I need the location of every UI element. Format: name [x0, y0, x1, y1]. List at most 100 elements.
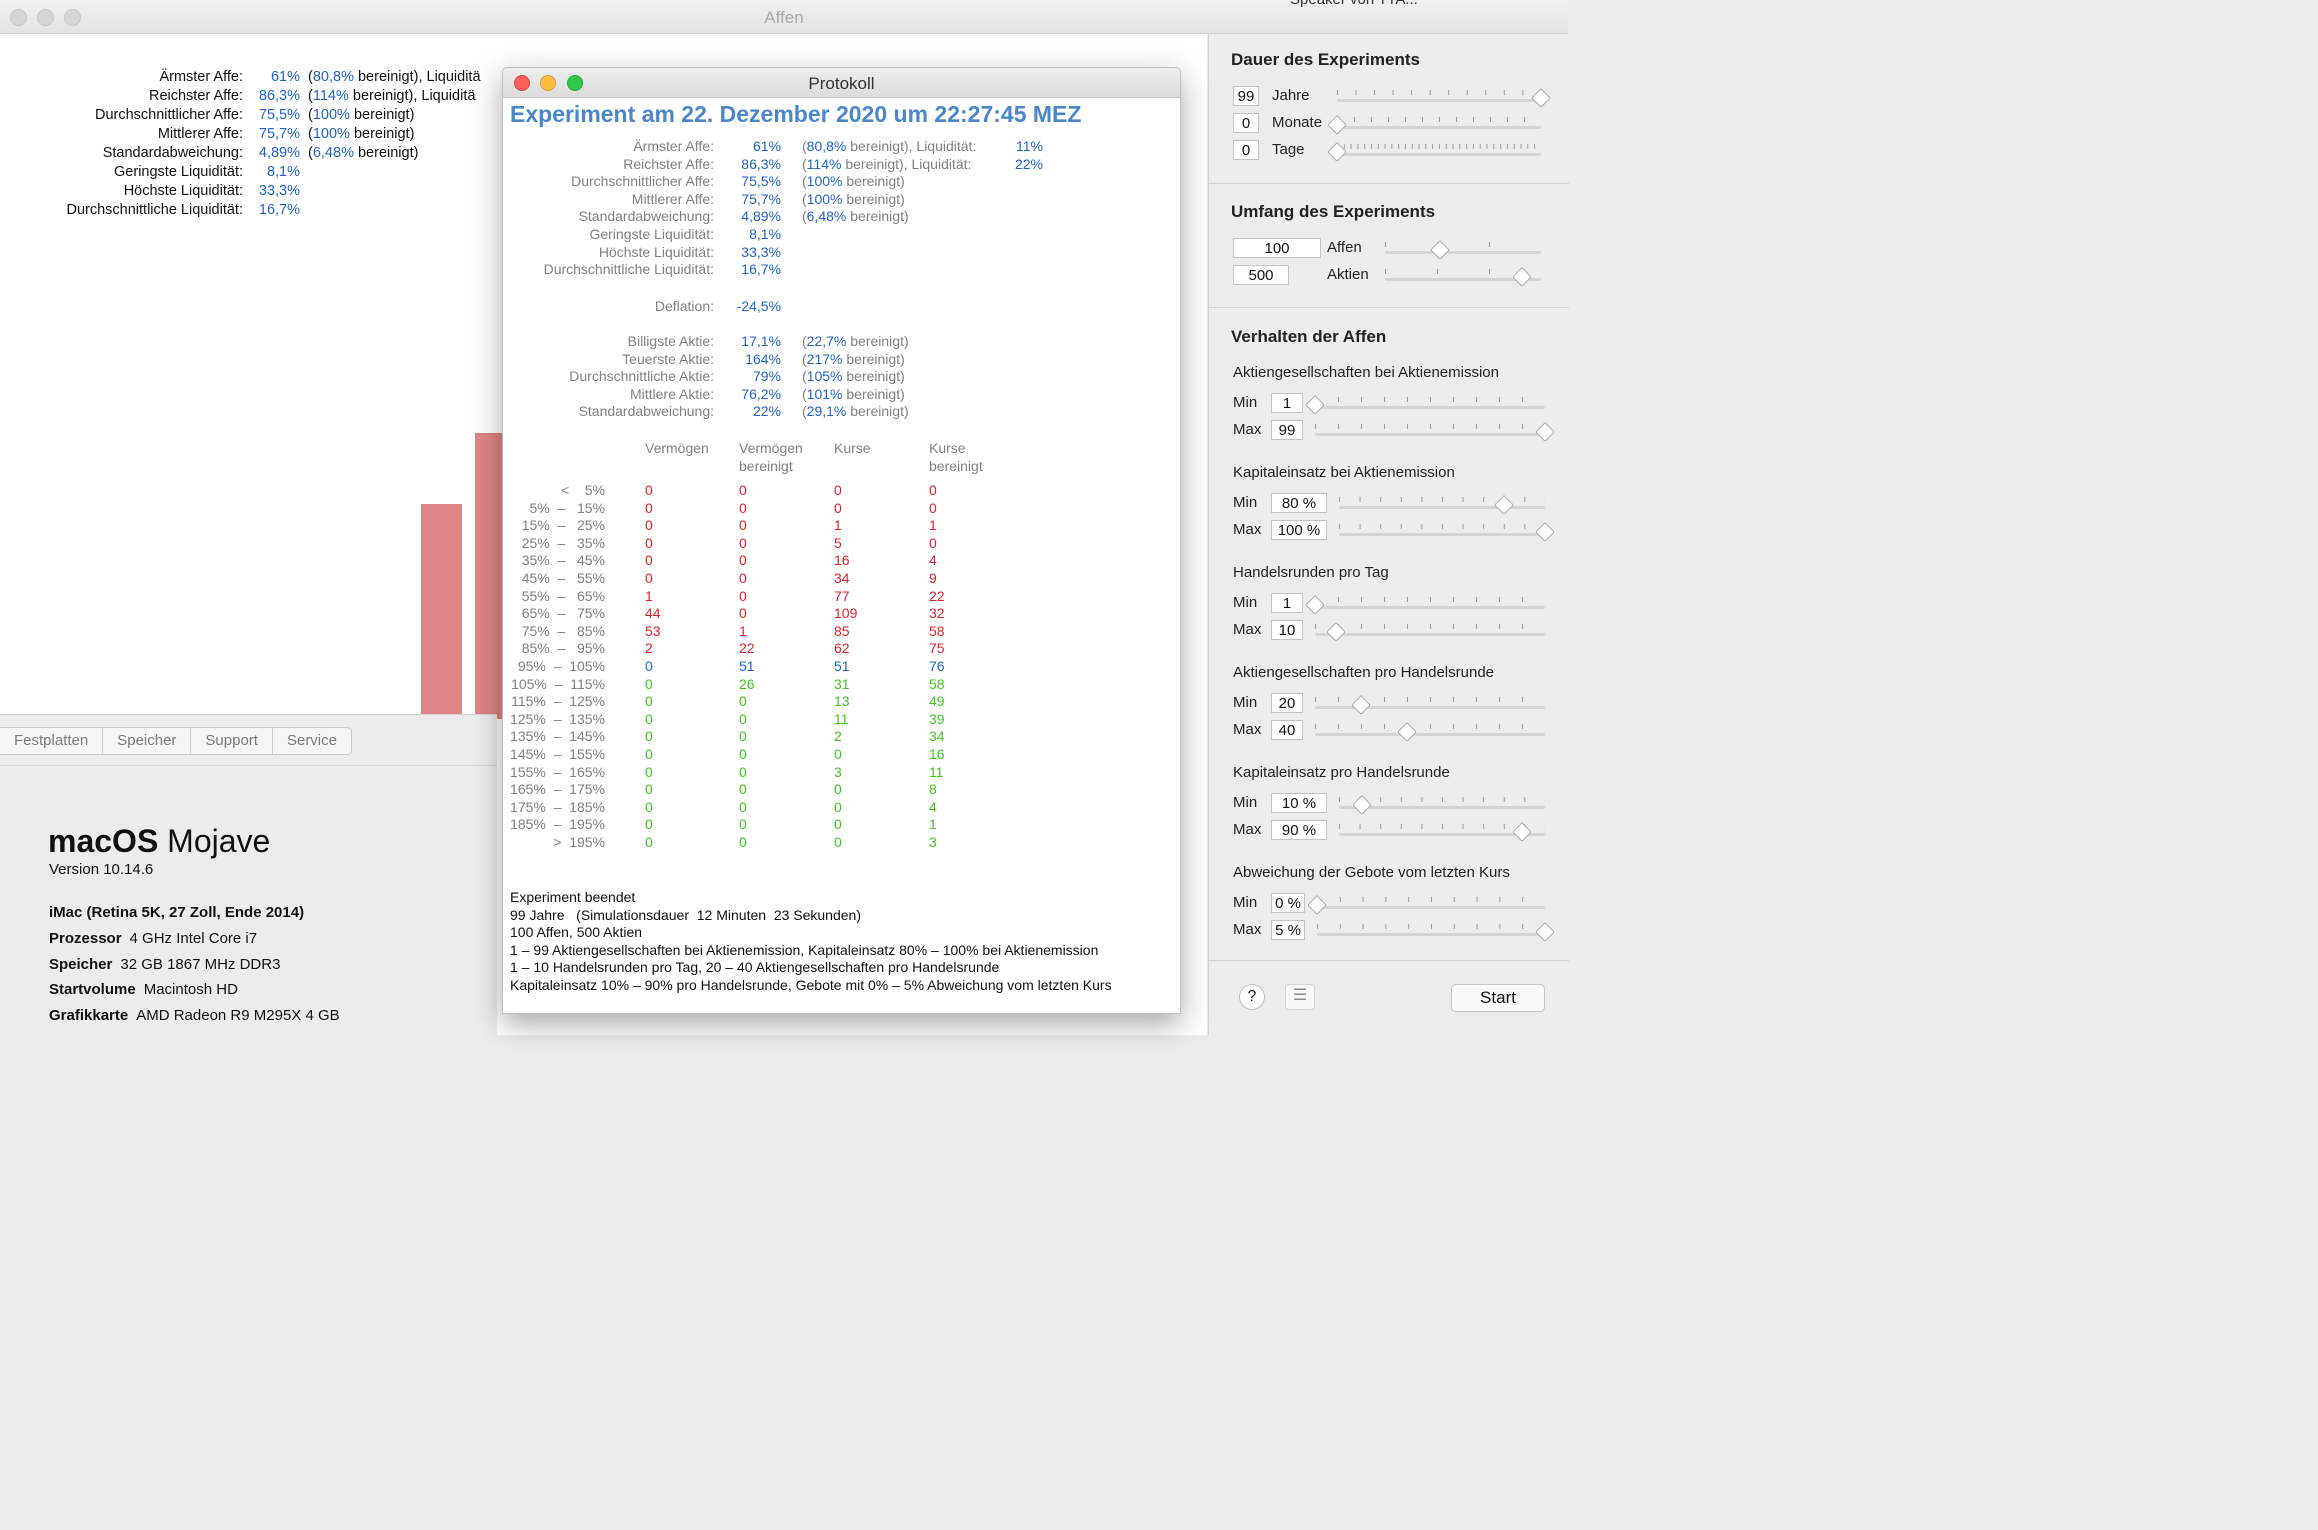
table-cell: 0 [834, 482, 842, 498]
stat-value: 4,89% [258, 145, 300, 161]
stat-extra-number: 101% [806, 385, 843, 402]
aktie-stat-extra: (217% bereinigt) [802, 351, 905, 367]
tab-service[interactable]: Service [273, 728, 351, 754]
about-this-mac-window: Festplatten Speicher Support Service mac… [0, 714, 497, 1036]
group-5-min-field[interactable]: 0 % [1271, 893, 1305, 913]
group-5-min-slider[interactable] [1307, 895, 1545, 915]
table-cell: 9 [929, 570, 937, 586]
max-label: Max [1233, 821, 1262, 838]
group-1-max-field[interactable]: 100 % [1271, 520, 1327, 540]
dauer-1-slider[interactable] [1327, 115, 1541, 135]
umfang-1-field[interactable]: 500 [1233, 265, 1289, 285]
dauer-1-field[interactable]: 0 [1233, 113, 1259, 133]
group-5-max-slider[interactable] [1317, 922, 1555, 942]
table-cell: 58 [929, 675, 945, 692]
group-0-min-field[interactable]: 1 [1271, 393, 1303, 413]
dauer-0-slider[interactable] [1337, 88, 1551, 108]
list-view-button[interactable]: ☰ [1285, 984, 1315, 1010]
stat-label: Reichster Affe: [148, 88, 243, 104]
group-4-max-field[interactable]: 90 % [1271, 820, 1327, 840]
group-0-max-field[interactable]: 99 [1271, 420, 1303, 440]
group-2-max-slider[interactable] [1315, 622, 1545, 642]
group-2-max-field[interactable]: 10 [1271, 620, 1303, 640]
table-cell: 62 [834, 640, 850, 657]
table-range: 65% – 75% [521, 605, 605, 622]
stat-extra-text: bereinigt), Liquiditä [353, 69, 481, 85]
aktie-stat-value: 79% [752, 368, 781, 385]
table-cell: 4 [929, 798, 937, 815]
slider-ticks [1337, 90, 1541, 95]
stat-extra: (80,8% bereinigt), Liquiditä [308, 69, 481, 85]
group-5-max-field[interactable]: 5 % [1271, 920, 1305, 940]
experiment-heading: Experiment am 22. Dezember 2020 um 22:27… [510, 101, 1082, 127]
protokoll-stat-value: 16,7% [741, 261, 781, 278]
group-1-max-slider[interactable] [1339, 522, 1555, 542]
stat-extra-number: 105% [806, 368, 843, 385]
tab-speicher[interactable]: Speicher [103, 728, 192, 754]
group-0-min-slider[interactable] [1305, 395, 1545, 415]
tab-festplatten[interactable]: Festplatten [0, 728, 104, 754]
stat-extra-text: bereinigt), Liquidität: [841, 155, 972, 172]
group-2-min-field[interactable]: 1 [1271, 593, 1303, 613]
dauer-2-field[interactable]: 0 [1233, 140, 1259, 160]
table-cell: 109 [834, 605, 858, 622]
table-cell: 0 [739, 482, 747, 498]
table-cell: 0 [645, 798, 653, 815]
protokoll-stat-extra: (80,8% bereinigt), Liquidität: [802, 138, 976, 154]
table-cell: 53 [645, 622, 661, 639]
group-2-min-slider[interactable] [1305, 595, 1545, 615]
aktie-stat-value: 17,1% [741, 333, 781, 349]
background-window-peek: Speaker von TTA... [1290, 0, 1418, 8]
stat-extra: (100% bereinigt) [308, 107, 414, 123]
start-button[interactable]: Start [1451, 984, 1545, 1012]
group-3-max-slider[interactable] [1315, 722, 1545, 742]
table-range: 135% – 145% [510, 728, 605, 745]
group-3-max-field[interactable]: 40 [1271, 720, 1303, 740]
group-3-min-field[interactable]: 20 [1271, 693, 1303, 713]
spec-prozessor: Prozessor 4 GHz Intel Core i7 [49, 930, 257, 947]
table-range: 115% – 125% [511, 693, 605, 710]
group-4-min-slider[interactable] [1339, 795, 1545, 815]
table-cell: 0 [739, 499, 747, 516]
table-cell: 0 [739, 587, 747, 604]
spec-label: Grafikkarte [49, 1007, 129, 1024]
table-cell: 0 [645, 675, 653, 692]
table-range: 185% – 195% [510, 816, 605, 833]
table-cell: 8 [929, 781, 937, 798]
group-1-min-field[interactable]: 80 % [1271, 493, 1327, 513]
group-4-min-field[interactable]: 10 % [1271, 793, 1327, 813]
stat-extra-text: bereinigt) [842, 368, 905, 385]
group-4-max-slider[interactable] [1339, 822, 1545, 842]
group-0-max-slider[interactable] [1315, 422, 1555, 442]
stat-extra-number: 114% [806, 155, 842, 172]
slider-ticks [1315, 597, 1545, 602]
group-1-min-slider[interactable] [1339, 495, 1545, 515]
dauer-0-field[interactable]: 99 [1233, 86, 1259, 106]
table-cell: 0 [739, 746, 747, 762]
protokoll-stat-label: Durchschnittliche Liquidität: [543, 261, 714, 278]
group-3-min-slider[interactable] [1315, 695, 1545, 715]
tab-support[interactable]: Support [191, 728, 273, 754]
help-button[interactable]: ? [1239, 984, 1265, 1010]
table-cell: 0 [645, 499, 653, 516]
table-cell: 0 [929, 482, 937, 498]
umfang-1-slider[interactable] [1385, 267, 1541, 287]
spec-value: Macintosh HD [143, 981, 238, 998]
protokoll-stat-value: 75,5% [741, 173, 781, 190]
protokoll-stat-extra: (6,48% bereinigt) [802, 208, 909, 224]
umfang-0-field[interactable]: 100 [1233, 238, 1321, 258]
stat-value: 33,3% [258, 183, 300, 199]
protokoll-liquidity-value: 22% [1014, 155, 1043, 172]
table-cell: 51 [834, 658, 850, 674]
main-window-title: Affen [764, 8, 804, 27]
dauer-2-slider[interactable] [1327, 142, 1541, 162]
umfang-0-slider[interactable] [1385, 240, 1541, 260]
stat-extra-number: 100% [806, 190, 843, 207]
stat-extra-number: 100% [312, 126, 350, 142]
slider-ticks [1339, 524, 1545, 529]
table-cell: 58 [929, 622, 945, 639]
table-header-sub: bereinigt [929, 458, 983, 474]
table-range: 15% – 25% [521, 517, 605, 534]
dauer-2-label: Tage [1272, 141, 1305, 158]
table-cell: 0 [929, 534, 937, 551]
